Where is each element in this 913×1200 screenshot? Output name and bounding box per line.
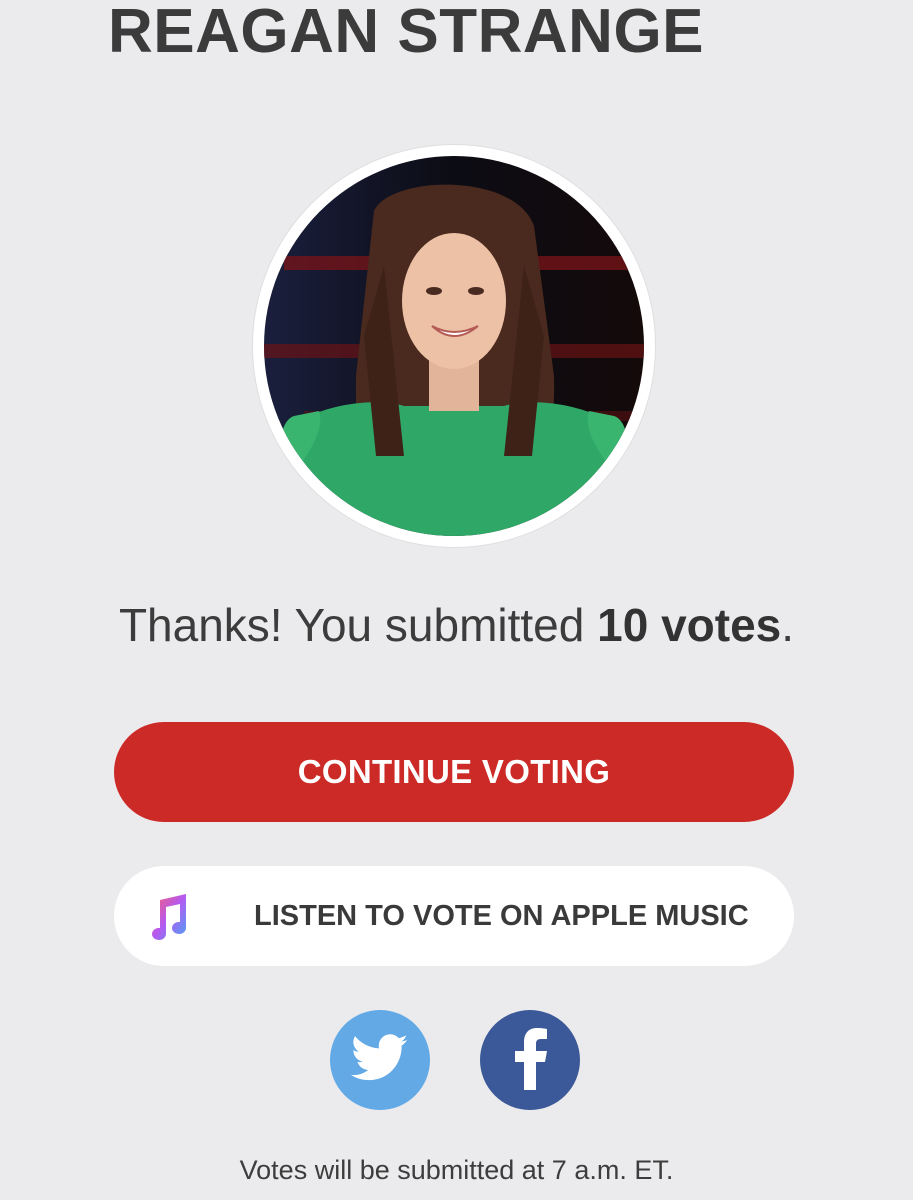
twitter-share-button[interactable] — [330, 1010, 430, 1110]
music-note-icon — [146, 890, 192, 942]
facebook-share-button[interactable] — [480, 1010, 580, 1110]
twitter-bird-icon — [350, 1033, 409, 1087]
facebook-f-icon — [510, 1026, 550, 1095]
vote-count: 10 votes — [597, 599, 782, 651]
confirmation-prefix: Thanks! You submitted — [118, 599, 598, 651]
apple-music-label: LISTEN TO VOTE ON APPLE MUSIC — [254, 899, 749, 932]
artist-photo — [264, 156, 644, 536]
avatar-frame — [253, 145, 655, 547]
confirmation-suffix: . — [781, 599, 795, 651]
continue-voting-button[interactable]: CONTINUE VOTING — [114, 722, 794, 822]
submission-note: Votes will be submitted at 7 a.m. ET. — [239, 1155, 674, 1185]
vote-confirmation: Thanks! You submitted 10 votes. — [0, 598, 913, 652]
continue-voting-label: CONTINUE VOTING — [297, 753, 611, 790]
apple-music-button[interactable]: LISTEN TO VOTE ON APPLE MUSIC — [114, 866, 794, 966]
artist-name: REAGAN STRANGE — [108, 0, 705, 66]
